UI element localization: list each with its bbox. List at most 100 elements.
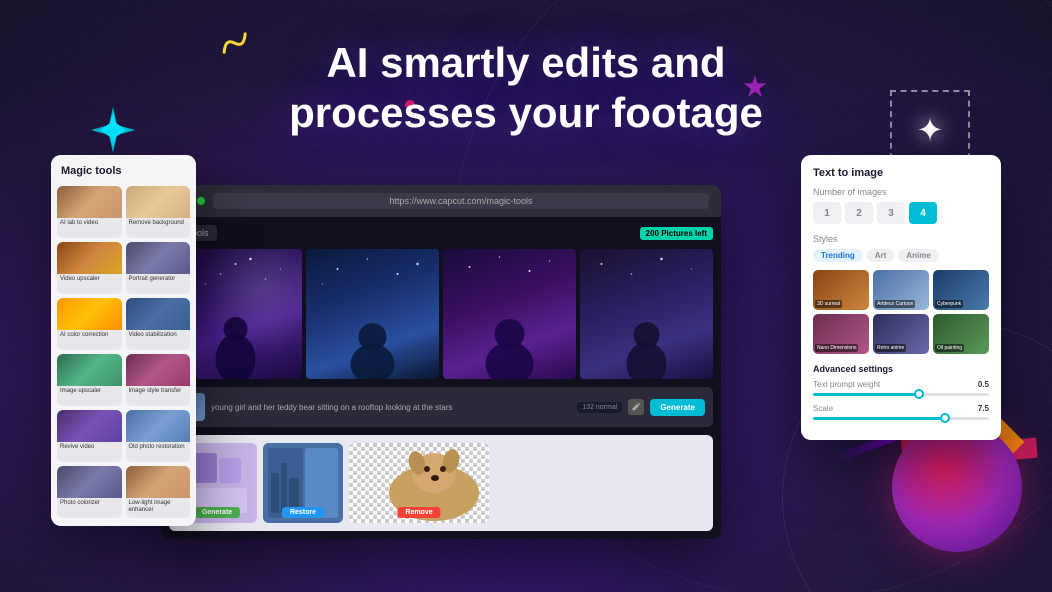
- list-item[interactable]: Video upscaler: [57, 242, 122, 294]
- item-label: Photo colorizer: [57, 498, 122, 509]
- magic-tools-window: Magic tools AI lab to video Remove backg…: [51, 155, 196, 526]
- item-image: [57, 242, 122, 274]
- style-grid: 3D surreal Artdeco Cartoon Cyberpunk Nan…: [813, 270, 989, 354]
- generate-button[interactable]: Generate: [650, 399, 705, 416]
- tab-anime[interactable]: Anime: [898, 249, 938, 262]
- style-item-nano[interactable]: Nano Dimensions: [813, 314, 869, 354]
- prompt-quality-label: 132 normal: [577, 402, 622, 413]
- item-label: Old photo restoration: [126, 442, 191, 453]
- browser-nav: All tools 200 Pictures left: [169, 225, 713, 241]
- restore-preview-item[interactable]: Restore: [263, 443, 343, 523]
- style-item-cyberpunk[interactable]: Cyberpunk: [933, 270, 989, 310]
- generated-image-2[interactable]: [306, 249, 439, 379]
- remove-preview-item[interactable]: Remove: [349, 443, 489, 523]
- number-3-button[interactable]: 3: [877, 202, 905, 224]
- scale-slider[interactable]: [813, 417, 989, 420]
- style-item-oil-painting[interactable]: Oil painting: [933, 314, 989, 354]
- windows-container: Magic tools AI lab to video Remove backg…: [51, 155, 1001, 575]
- list-item[interactable]: Remove background: [126, 186, 191, 238]
- main-heading: AI smartly edits and processes your foot…: [0, 38, 1052, 139]
- style-item-3d-surreal[interactable]: 3D surreal: [813, 270, 869, 310]
- bottom-strip: Generate Generate Restore: [169, 435, 713, 531]
- number-label: Number of images: [813, 187, 989, 197]
- slider-thumb[interactable]: [940, 413, 950, 423]
- item-image: [57, 298, 122, 330]
- number-2-button[interactable]: 2: [845, 202, 873, 224]
- style-label: Retro anime: [875, 344, 906, 352]
- edit-icon[interactable]: [628, 399, 644, 415]
- item-label: AI color correction: [57, 330, 122, 341]
- image-content: [306, 249, 439, 379]
- item-image: [57, 186, 122, 218]
- style-label: Cyberpunk: [935, 300, 963, 308]
- scale-setting: Scale 7.5: [813, 404, 989, 420]
- item-label: Revive video: [57, 442, 122, 453]
- style-label: Oil painting: [935, 344, 964, 352]
- item-image: [126, 298, 191, 330]
- styles-label: Styles: [813, 234, 989, 244]
- style-item-artdeco[interactable]: Artdeco Cartoon: [873, 270, 929, 310]
- image-grid: [169, 249, 713, 379]
- tab-trending[interactable]: Trending: [813, 249, 863, 262]
- list-item[interactable]: Video stabilization: [126, 298, 191, 350]
- main-browser-window: https://www.capcut.com/magic-tools All t…: [161, 185, 721, 539]
- setting-name-row: Scale 7.5: [813, 404, 989, 413]
- item-label: Image upscaler: [57, 386, 122, 397]
- generated-image-3[interactable]: [443, 249, 576, 379]
- item-label: AI lab to video: [57, 218, 122, 229]
- ai-credit-badge: 200 Pictures left: [640, 227, 713, 240]
- style-tabs: Trending Art Anime: [813, 249, 989, 262]
- magic-tools-grid: AI lab to video Remove background Video …: [51, 182, 196, 526]
- number-row: 1 2 3 4: [813, 202, 989, 224]
- item-label: Remove background: [126, 218, 191, 229]
- list-item[interactable]: Revive video: [57, 410, 122, 462]
- setting-name-label: Text prompt weight: [813, 380, 880, 389]
- number-1-button[interactable]: 1: [813, 202, 841, 224]
- list-item[interactable]: Low-light image enhancer: [126, 466, 191, 518]
- list-item[interactable]: Old photo restoration: [126, 410, 191, 462]
- list-item[interactable]: Image upscaler: [57, 354, 122, 406]
- item-image: [126, 354, 191, 386]
- heading-line1: AI smartly edits and: [0, 38, 1052, 88]
- advanced-settings-label: Advanced settings: [813, 364, 989, 374]
- list-item[interactable]: Photo colorizer: [57, 466, 122, 518]
- number-4-button[interactable]: 4: [909, 202, 937, 224]
- text-prompt-slider[interactable]: [813, 393, 989, 396]
- remove-strip-button[interactable]: Remove: [397, 507, 440, 518]
- list-item[interactable]: AI color correction: [57, 298, 122, 350]
- slider-thumb[interactable]: [914, 389, 924, 399]
- item-label: Video upscaler: [57, 274, 122, 285]
- item-image: [126, 466, 191, 498]
- item-image: [126, 410, 191, 442]
- item-image: [126, 186, 191, 218]
- browser-content: All tools 200 Pictures left: [161, 217, 721, 539]
- item-image: [57, 410, 122, 442]
- list-item[interactable]: Portrait generator: [126, 242, 191, 294]
- maximize-button[interactable]: [197, 197, 205, 205]
- style-item-retro-anime[interactable]: Retro anime: [873, 314, 929, 354]
- text-prompt-weight-setting: Text prompt weight 0.5: [813, 380, 989, 396]
- style-label: Nano Dimensions: [815, 344, 858, 352]
- style-label: Artdeco Cartoon: [875, 300, 915, 308]
- setting-name-label: Scale: [813, 404, 833, 413]
- slider-fill: [813, 417, 945, 420]
- prompt-text[interactable]: young girl and her teddy bear sitting on…: [211, 403, 571, 412]
- prompt-bar: young girl and her teddy bear sitting on…: [169, 387, 713, 427]
- item-image: [57, 354, 122, 386]
- tab-art[interactable]: Art: [867, 249, 895, 262]
- heading-line2: processes your footage: [0, 88, 1052, 138]
- magic-tools-title: Magic tools: [51, 155, 196, 182]
- generated-image-4[interactable]: [580, 249, 713, 379]
- url-bar[interactable]: https://www.capcut.com/magic-tools: [213, 193, 709, 209]
- list-item[interactable]: Image style transfer: [126, 354, 191, 406]
- generate-strip-button[interactable]: Generate: [194, 507, 240, 518]
- list-item[interactable]: AI lab to video: [57, 186, 122, 238]
- browser-toolbar: https://www.capcut.com/magic-tools: [161, 185, 721, 217]
- item-label: Portrait generator: [126, 274, 191, 285]
- text-to-image-panel: Text to image Number of images 1 2 3 4 S…: [801, 155, 1001, 440]
- item-image: [126, 242, 191, 274]
- style-label: 3D surreal: [815, 300, 842, 308]
- setting-value: 7.5: [978, 404, 989, 413]
- restore-strip-button[interactable]: Restore: [282, 507, 324, 518]
- image-content: [443, 249, 576, 379]
